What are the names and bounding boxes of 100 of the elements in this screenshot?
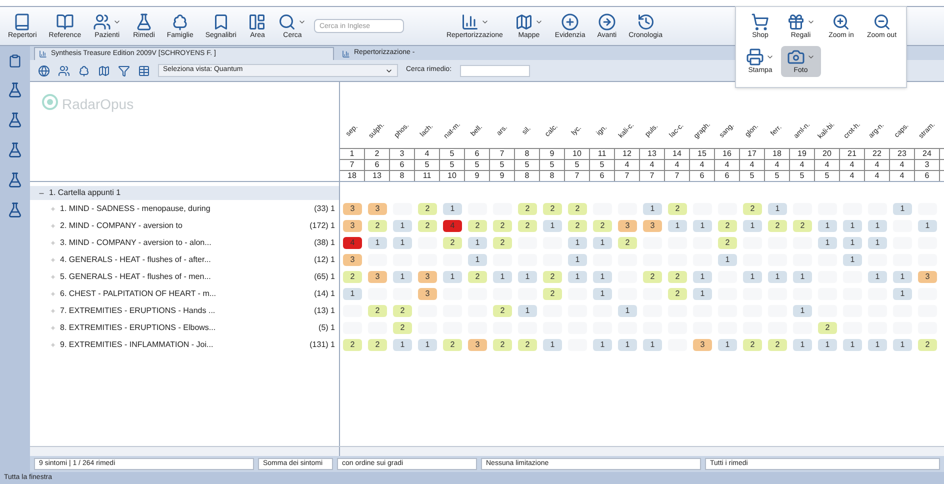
grade-cell[interactable]: 1: [518, 304, 537, 316]
grade-cell[interactable]: 2: [668, 288, 687, 300]
grade-cell[interactable]: 2: [668, 202, 687, 214]
grade-cell[interactable]: 2: [493, 220, 512, 232]
grade-cell[interactable]: 1: [718, 338, 737, 350]
grade-cell[interactable]: 1: [493, 270, 512, 282]
grade-cell[interactable]: 1: [618, 338, 637, 350]
grade-cell[interactable]: 3: [343, 254, 362, 266]
grade-cell[interactable]: 2: [393, 322, 412, 334]
grade-cell[interactable]: 3: [368, 202, 387, 214]
symptom-label[interactable]: 1. MIND - SADNESS - menopause, during: [60, 202, 310, 214]
symptom-label[interactable]: 5. GENERALS - HEAT - flushes of - men...: [60, 270, 310, 282]
map-icon[interactable]: [98, 64, 110, 76]
grade-cell[interactable]: 2: [718, 236, 737, 248]
grade-cell[interactable]: 2: [593, 220, 612, 232]
grade-cell[interactable]: 3: [418, 288, 437, 300]
grade-cell[interactable]: 2: [568, 220, 587, 232]
grade-cell[interactable]: 1: [893, 288, 912, 300]
grade-cell[interactable]: 2: [718, 220, 737, 232]
grade-cell[interactable]: 3: [618, 220, 637, 232]
grade-cell[interactable]: 2: [368, 338, 387, 350]
grade-cell[interactable]: 1: [393, 270, 412, 282]
remedy-search-field[interactable]: [460, 64, 530, 76]
grade-cell[interactable]: 1: [668, 220, 687, 232]
grade-cell[interactable]: 1: [843, 338, 862, 350]
grade-cell[interactable]: 1: [843, 220, 862, 232]
grade-cell[interactable]: 1: [568, 254, 587, 266]
grade-cell[interactable]: 1: [593, 288, 612, 300]
symptom-label[interactable]: 4. GENERALS - HEAT - flushes of - after...: [60, 254, 310, 266]
grade-cell[interactable]: 2: [493, 338, 512, 350]
grade-cell[interactable]: 1: [843, 254, 862, 266]
grade-cell[interactable]: 1: [693, 270, 712, 282]
grade-cell[interactable]: 3: [643, 220, 662, 232]
grade-cell[interactable]: 1: [768, 270, 787, 282]
grade-cell[interactable]: 2: [743, 202, 762, 214]
grade-cell[interactable]: 2: [418, 202, 437, 214]
grade-cell[interactable]: 1: [793, 304, 812, 316]
grade-cell[interactable]: 1: [593, 236, 612, 248]
grade-cell[interactable]: 1: [893, 338, 912, 350]
grade-cell[interactable]: 1: [693, 220, 712, 232]
grade-cell[interactable]: 3: [368, 270, 387, 282]
grade-cell[interactable]: 2: [518, 202, 537, 214]
symptom-label[interactable]: 3. MIND - COMPANY - aversion to - alon...: [60, 236, 310, 248]
grade-cell[interactable]: 2: [443, 236, 462, 248]
grade-cell[interactable]: 2: [393, 304, 412, 316]
grade-cell[interactable]: 2: [618, 236, 637, 248]
grade-cell[interactable]: 1: [893, 270, 912, 282]
grade-cell[interactable]: 1: [643, 202, 662, 214]
grade-cell[interactable]: 1: [818, 236, 837, 248]
symptom-label[interactable]: 2. MIND - COMPANY - aversion to: [60, 220, 306, 232]
globe-icon[interactable]: [38, 64, 50, 76]
grade-cell[interactable]: 1: [468, 236, 487, 248]
grade-cell[interactable]: 2: [818, 322, 837, 334]
symptom-label[interactable]: 8. EXTREMITIES - ERUPTIONS - Elbows...: [60, 322, 315, 334]
grade-cell[interactable]: 1: [593, 338, 612, 350]
symptom-label[interactable]: 6. CHEST - PALPITATION OF HEART - m...: [60, 288, 310, 300]
grade-cell[interactable]: 1: [768, 202, 787, 214]
grade-cell[interactable]: 1: [418, 338, 437, 350]
grade-cell[interactable]: 2: [343, 338, 362, 350]
grade-cell[interactable]: 2: [568, 202, 587, 214]
grade-cell[interactable]: 1: [743, 220, 762, 232]
grade-cell[interactable]: 1: [868, 270, 887, 282]
grade-cell[interactable]: 1: [593, 270, 612, 282]
filter-icon[interactable]: [118, 64, 130, 76]
grade-cell[interactable]: 2: [743, 338, 762, 350]
folder-row[interactable]: 1. Cartella appunti 1: [30, 186, 339, 200]
grade-cell[interactable]: 2: [918, 338, 937, 350]
grade-cell[interactable]: 2: [493, 236, 512, 248]
grade-cell[interactable]: 1: [868, 236, 887, 248]
table-icon[interactable]: [138, 64, 150, 76]
grade-cell[interactable]: 3: [343, 220, 362, 232]
grade-cell[interactable]: 2: [668, 270, 687, 282]
grade-cell[interactable]: 1: [843, 236, 862, 248]
grade-cell[interactable]: 1: [468, 254, 487, 266]
grade-cell[interactable]: 1: [343, 288, 362, 300]
grade-cell[interactable]: 1: [718, 254, 737, 266]
grade-cell[interactable]: 2: [643, 270, 662, 282]
grade-cell[interactable]: 1: [693, 288, 712, 300]
grade-cell[interactable]: 2: [768, 338, 787, 350]
grade-cell[interactable]: 2: [793, 220, 812, 232]
grade-cell[interactable]: 2: [518, 338, 537, 350]
grade-cell[interactable]: 1: [543, 338, 562, 350]
grade-cell[interactable]: 1: [393, 236, 412, 248]
symptom-label[interactable]: 9. EXTREMITIES - INFLAMMATION - Joi...: [60, 338, 306, 350]
grade-cell[interactable]: 2: [468, 270, 487, 282]
grade-cell[interactable]: 1: [618, 304, 637, 316]
grade-cell[interactable]: 1: [643, 338, 662, 350]
grade-cell[interactable]: 1: [568, 270, 587, 282]
grade-cell[interactable]: 2: [443, 338, 462, 350]
grade-cell[interactable]: 2: [368, 220, 387, 232]
grade-cell[interactable]: 1: [893, 202, 912, 214]
grade-cell[interactable]: 3: [343, 202, 362, 214]
grade-cell[interactable]: 1: [543, 220, 562, 232]
grade-cell[interactable]: 2: [493, 304, 512, 316]
grade-cell[interactable]: 3: [693, 338, 712, 350]
grade-cell[interactable]: 1: [818, 220, 837, 232]
grade-cell[interactable]: 1: [868, 220, 887, 232]
grade-cell[interactable]: 1: [868, 338, 887, 350]
grade-cell[interactable]: 1: [918, 220, 937, 232]
grade-cell[interactable]: 2: [768, 220, 787, 232]
